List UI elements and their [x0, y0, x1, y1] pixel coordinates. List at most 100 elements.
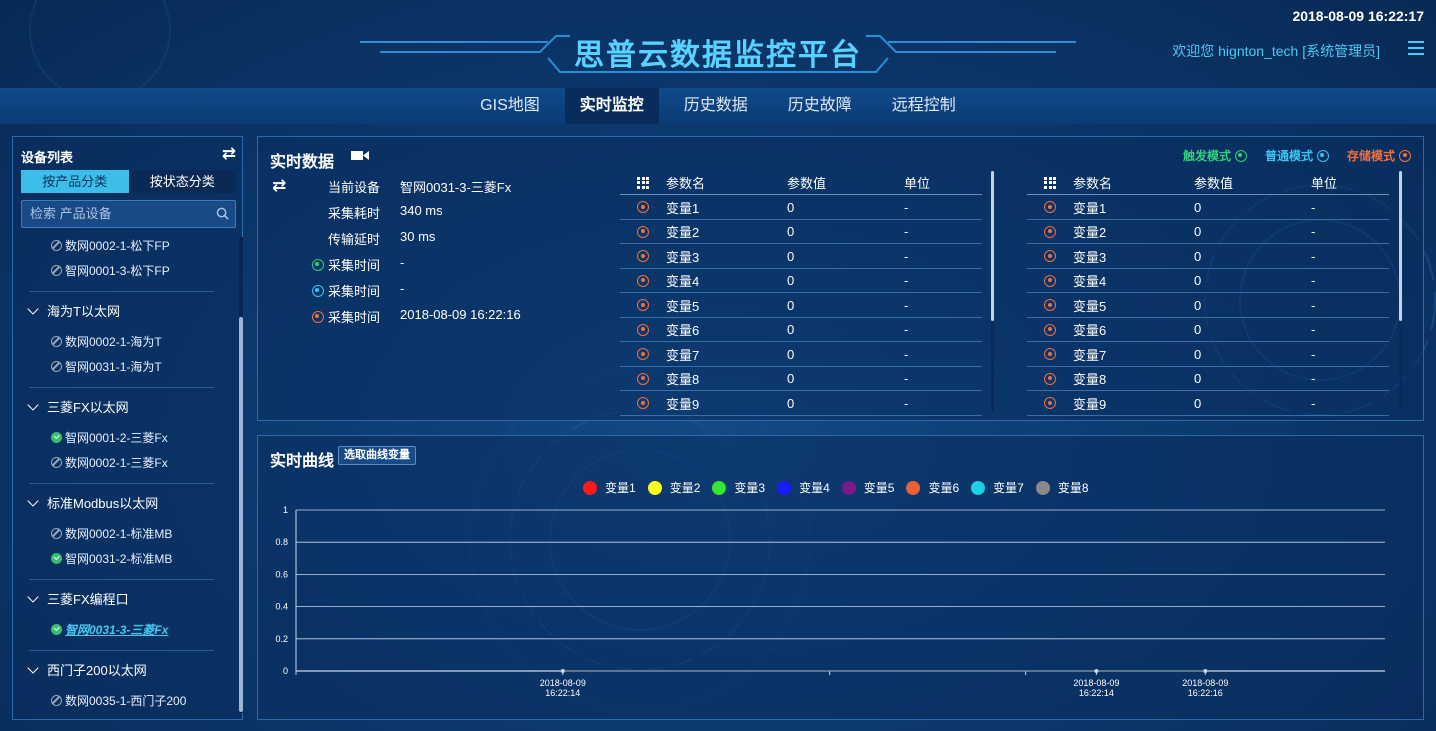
storage-status-icon — [637, 323, 649, 336]
table-row: 变量6 0 - — [620, 318, 982, 342]
device-item[interactable]: 数网0035-1-西门子200 — [51, 692, 186, 709]
storage-status-icon — [637, 225, 649, 238]
storage-status-icon — [1044, 274, 1056, 287]
table-cell: 0 — [1194, 248, 1202, 264]
row-status-cell — [1027, 348, 1073, 360]
device-item[interactable]: 智网0001-2-三菱Fx — [51, 429, 168, 446]
series-point — [1094, 669, 1099, 673]
x-tick-date: 2018-08-09 — [1182, 678, 1228, 688]
info-label: 当前设备 — [327, 180, 380, 195]
storage-status-icon — [1044, 225, 1056, 238]
tree-group-label: 三菱FX编程口 — [47, 592, 129, 607]
group-separator — [29, 579, 214, 580]
info-value: 2018-08-09 16:22:16 — [400, 307, 521, 322]
x-tick-time: 16:22:14 — [545, 688, 580, 698]
device-list-title: 设备列表 — [21, 150, 74, 165]
device-item[interactable]: 智网0031-1-海为T — [51, 358, 162, 375]
category-tabs: 按产品分类 按状态分类 — [21, 170, 236, 193]
row-status-cell — [1027, 397, 1073, 409]
welcome-user[interactable]: 欢迎您 hignton_tech [系统管理员] — [1172, 41, 1380, 61]
device-item[interactable]: 数网0002-1-标准MB — [51, 525, 172, 542]
tree-group[interactable]: 三菱FX以太网 — [27, 397, 129, 416]
table-cell: 0 — [787, 371, 795, 386]
storage-status-icon — [637, 201, 649, 213]
search-icon[interactable] — [216, 207, 229, 220]
tree-group-label: 海为T以太网 — [47, 304, 120, 319]
table-cell: 0 — [1194, 346, 1202, 362]
table-left-scrollbar-thumb[interactable] — [991, 171, 994, 321]
device-item[interactable]: 智网0001-3-松下FP — [51, 262, 170, 279]
grid-icon[interactable] — [1044, 176, 1056, 189]
grid-icon[interactable] — [637, 176, 649, 189]
table-cell: 0 — [1194, 322, 1202, 337]
table-cell: 变量3 — [1073, 249, 1107, 265]
video-camera-icon[interactable] — [351, 150, 369, 161]
tree-group-label: 三菱FX以太网 — [47, 400, 129, 415]
scrollbar-thumb[interactable] — [239, 317, 243, 712]
table-right-scrollbar-thumb[interactable] — [1399, 171, 1402, 321]
row-status-cell — [620, 201, 666, 213]
tab-by-product[interactable]: 按产品分类 — [21, 170, 129, 193]
tab-history-data[interactable]: 历史数据 — [669, 88, 763, 124]
table-cell: - — [904, 395, 909, 411]
table-cell: 变量9 — [1073, 396, 1107, 412]
swap-icon[interactable]: ⇄ — [222, 145, 236, 162]
tab-remote-control[interactable]: 远程控制 — [877, 88, 971, 124]
row-status-cell — [1027, 250, 1073, 262]
table-cell: 变量6 — [1073, 323, 1107, 338]
tree-group[interactable]: 标准Modbus以太网 — [27, 493, 158, 512]
table-right-scrollbar[interactable] — [1399, 171, 1402, 411]
trigger-mode-icon — [311, 258, 324, 271]
tab-realtime-monitor[interactable]: 实时监控 — [564, 88, 659, 124]
tab-history-fault[interactable]: 历史故障 — [773, 88, 867, 124]
trigger-mode[interactable]: 触发模式 — [1183, 147, 1247, 164]
table-cell: 0 — [1194, 395, 1202, 411]
device-item[interactable]: 数网0002-1-海为T — [51, 333, 162, 350]
sidebar-scrollbar[interactable] — [239, 237, 243, 713]
chevron-down-icon[interactable] — [27, 494, 39, 507]
device-search-input[interactable]: 检索 产品设备 — [21, 200, 236, 228]
table-row: 变量8 0 - — [1027, 367, 1389, 391]
device-item[interactable]: 智网0031-2-标准MB — [51, 550, 172, 567]
storage-mode-icon — [311, 310, 324, 323]
info-label: 传输延时 — [327, 232, 380, 247]
tree-group[interactable]: 西门子200以太网 — [27, 660, 147, 679]
y-tick-label: 1 — [283, 505, 288, 515]
table-cell: - — [1311, 371, 1316, 386]
x-tick-date: 2018-08-09 — [1073, 678, 1119, 688]
table-cell: 变量9 — [666, 396, 700, 412]
device-item[interactable]: 数网0002-1-松下FP — [51, 237, 170, 254]
chevron-down-icon[interactable] — [27, 590, 39, 603]
chevron-down-icon[interactable] — [27, 398, 39, 411]
table-row: 变量1 0 - — [620, 196, 982, 220]
tab-gis-map[interactable]: GIS地图 — [465, 88, 555, 124]
tree-group[interactable]: 海为T以太网 — [27, 301, 120, 320]
series-point — [561, 669, 565, 673]
chevron-down-icon[interactable] — [27, 302, 39, 315]
realtime-data-title: 实时数据 — [270, 154, 335, 171]
table-left-scrollbar[interactable] — [991, 171, 994, 411]
group-separator — [29, 483, 214, 484]
table-cell: - — [1311, 224, 1316, 239]
table-cell: 0 — [1194, 224, 1202, 239]
menu-list-icon[interactable] — [1408, 41, 1424, 55]
tree-group[interactable]: 三菱FX编程口 — [27, 589, 129, 608]
table-cell: 变量7 — [666, 347, 700, 363]
device-item[interactable]: 数网0002-1-三菱Fx — [51, 454, 168, 471]
storage-mode[interactable]: 存储模式 — [1347, 147, 1411, 164]
table-cell: 0 — [787, 248, 795, 264]
tab-by-status[interactable]: 按状态分类 — [128, 170, 236, 193]
normal-mode[interactable]: 普通模式 — [1265, 147, 1329, 164]
table-cell: 变量6 — [666, 323, 700, 338]
chevron-down-icon[interactable] — [27, 661, 39, 674]
device-item[interactable]: 智网0031-3-三菱Fx — [51, 621, 168, 638]
realtime-line-chart: 00.20.40.60.812018-08-0916:22:142018-08-… — [275, 505, 1385, 698]
table-cell: 0 — [1194, 273, 1202, 288]
x-tick-time: 16:22:16 — [1188, 688, 1223, 698]
device-item-label: 数网0002-1-松下FP — [65, 239, 170, 253]
table-row: 变量4 0 - — [1027, 269, 1389, 293]
storage-status-icon — [1044, 397, 1056, 409]
device-item-label: 数网0002-1-标准MB — [65, 527, 173, 541]
y-tick-label: 0.2 — [275, 634, 288, 644]
info-value: - — [400, 281, 405, 296]
